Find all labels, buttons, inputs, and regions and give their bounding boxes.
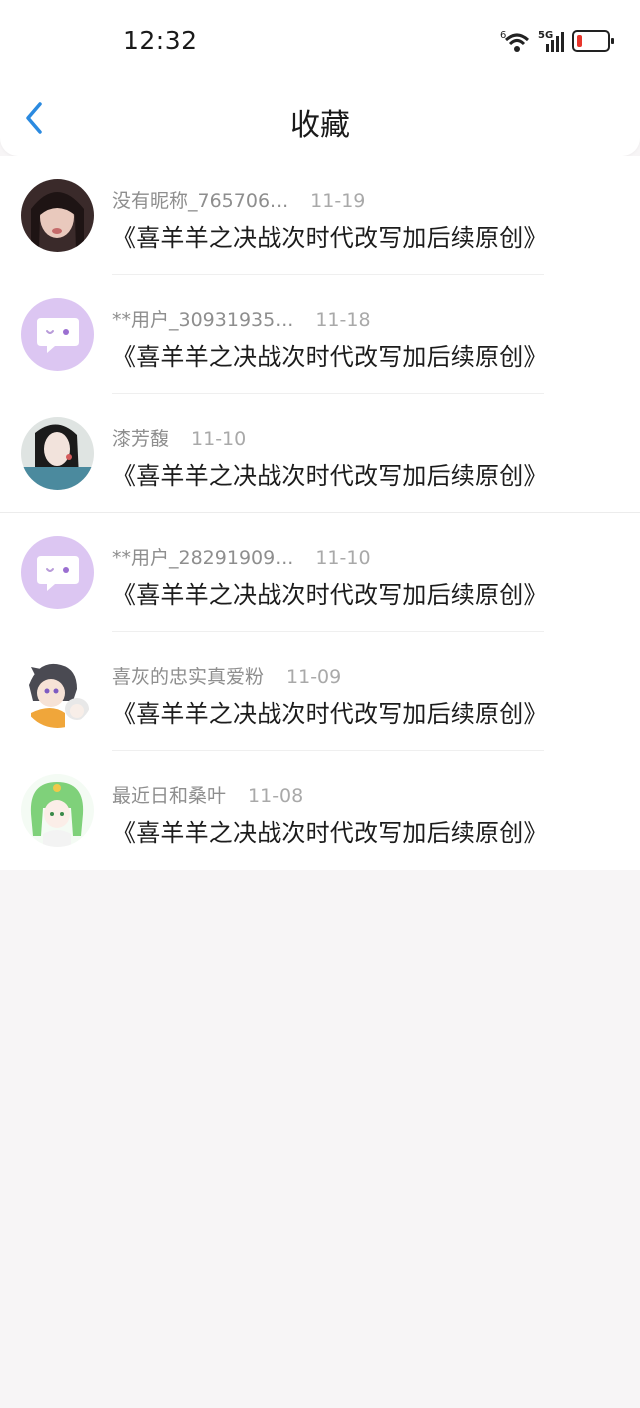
list-item[interactable]: **用户_30931935... 11-18 《喜羊羊之决战次时代改写加后续原创》 xyxy=(0,275,640,394)
avatar-photo-icon xyxy=(21,417,94,490)
top-bar: 12:32 6 5G 收藏 xyxy=(0,0,640,156)
favorites-list: 没有昵称_765706... 11-19 《喜羊羊之决战次时代改写加后续原创》 *… xyxy=(0,156,640,870)
status-time: 12:32 xyxy=(123,26,198,55)
item-title[interactable]: 《喜羊羊之决战次时代改写加后续原创》 xyxy=(112,456,548,491)
user-avatar[interactable] xyxy=(21,179,94,252)
status-icons: 6 5G xyxy=(500,26,614,56)
user-avatar[interactable] xyxy=(21,298,94,371)
nav-bar: 收藏 xyxy=(0,80,640,156)
item-date: 11-10 xyxy=(191,428,247,450)
chat-bubble-icon xyxy=(36,317,79,353)
item-meta: 没有昵称_765706... 11-19 xyxy=(112,186,365,213)
status-bar: 12:32 6 5G xyxy=(0,0,640,80)
item-title[interactable]: 《喜羊羊之决战次时代改写加后续原创》 xyxy=(112,337,548,372)
item-meta: 喜灰的忠实真爱粉 11-09 xyxy=(112,662,341,689)
list-item[interactable]: **用户_28291909... 11-10 《喜羊羊之决战次时代改写加后续原创》 xyxy=(0,513,640,632)
battery-level xyxy=(577,35,582,47)
item-title[interactable]: 《喜羊羊之决战次时代改写加后续原创》 xyxy=(112,218,548,253)
battery-icon xyxy=(572,30,614,52)
page-title: 收藏 xyxy=(290,108,350,143)
item-meta: **用户_30931935... 11-18 xyxy=(112,305,371,332)
list-item[interactable]: 喜灰的忠实真爱粉 11-09 《喜羊羊之决战次时代改写加后续原创》 xyxy=(0,632,640,751)
item-date: 11-10 xyxy=(315,547,371,569)
chat-bubble-icon xyxy=(36,555,79,591)
item-title[interactable]: 《喜羊羊之决战次时代改写加后续原创》 xyxy=(112,575,548,610)
item-date: 11-18 xyxy=(315,309,371,331)
item-title[interactable]: 《喜羊羊之决战次时代改写加后续原创》 xyxy=(112,694,548,729)
item-meta: **用户_28291909... 11-10 xyxy=(112,543,371,570)
item-date: 11-08 xyxy=(248,785,304,807)
user-avatar[interactable] xyxy=(21,655,94,728)
list-item[interactable]: 最近日和桑叶 11-08 《喜羊羊之决战次时代改写加后续原创》 xyxy=(0,751,640,870)
user-avatar[interactable] xyxy=(21,417,94,490)
item-meta: 最近日和桑叶 11-08 xyxy=(112,781,303,808)
cellular-signal-icon: 5G xyxy=(538,30,564,52)
user-name[interactable]: 最近日和桑叶 xyxy=(112,785,226,807)
item-meta: 漆芳馥 11-10 xyxy=(112,424,246,451)
user-avatar[interactable] xyxy=(21,536,94,609)
item-date: 11-19 xyxy=(310,190,366,212)
list-item[interactable]: 没有昵称_765706... 11-19 《喜羊羊之决战次时代改写加后续原创》 xyxy=(0,156,640,275)
avatar-anime-icon xyxy=(21,655,94,728)
user-name[interactable]: 没有昵称_765706... xyxy=(112,190,288,212)
user-name[interactable]: 喜灰的忠实真爱粉 xyxy=(112,666,264,688)
avatar-anime-icon xyxy=(21,774,94,847)
item-date: 11-09 xyxy=(286,666,342,688)
user-avatar[interactable] xyxy=(21,774,94,847)
list-item[interactable]: 漆芳馥 11-10 《喜羊羊之决战次时代改写加后续原创》 xyxy=(0,394,640,513)
user-name[interactable]: **用户_28291909... xyxy=(112,547,293,569)
item-title[interactable]: 《喜羊羊之决战次时代改写加后续原创》 xyxy=(112,813,548,848)
empty-area xyxy=(0,872,640,1408)
wifi-icon: 6 xyxy=(500,30,530,52)
svg-text:5G: 5G xyxy=(538,30,553,41)
avatar-photo-icon xyxy=(21,179,94,252)
user-name[interactable]: **用户_30931935... xyxy=(112,309,293,331)
user-name[interactable]: 漆芳馥 xyxy=(112,428,169,450)
